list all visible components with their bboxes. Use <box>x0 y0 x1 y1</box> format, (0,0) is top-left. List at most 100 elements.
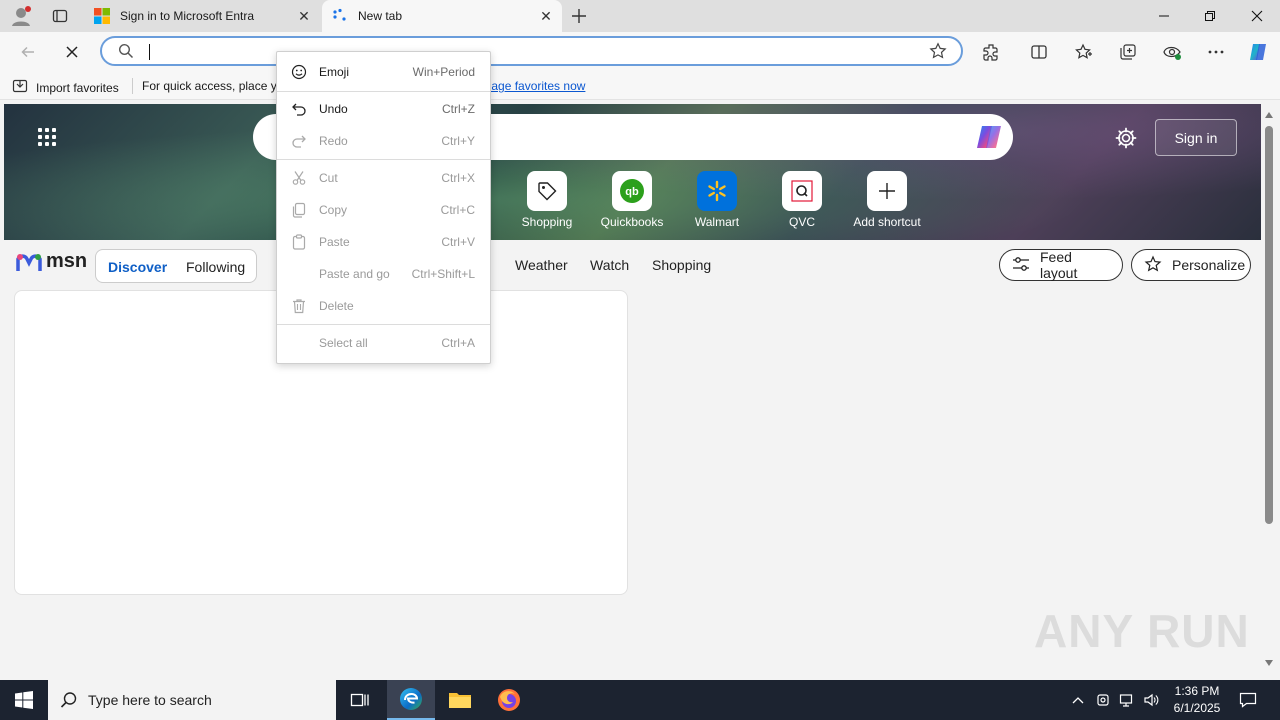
feed-layout-label: Feed layout <box>1040 249 1078 281</box>
context-menu: Emoji Win+Period Undo Ctrl+Z Redo Ctrl+Y… <box>276 51 491 364</box>
menu-label: Undo <box>319 102 348 116</box>
favorites-icon[interactable] <box>1068 36 1100 68</box>
paste-icon <box>289 232 309 252</box>
quickbooks-icon: qb <box>612 171 652 211</box>
browser-essentials-icon[interactable] <box>1156 36 1188 68</box>
network-icon[interactable] <box>1116 680 1138 720</box>
shortcut-label: Shopping <box>521 215 573 229</box>
menu-item-emoji[interactable]: Emoji Win+Period <box>277 58 490 86</box>
firefox-icon[interactable] <box>485 680 533 720</box>
clock-date: 6/1/2025 <box>1173 701 1221 715</box>
favorites-bar: Import favorites For quick access, place… <box>0 72 1280 100</box>
menu-shortcut: Win+Period <box>412 65 475 79</box>
copilot-icon[interactable] <box>1242 36 1274 68</box>
close-window-icon[interactable] <box>1234 0 1280 32</box>
nav-watch[interactable]: Watch <box>590 257 629 273</box>
plus-icon <box>867 171 907 211</box>
menu-item-copy[interactable]: Copy Ctrl+C <box>277 196 490 224</box>
more-options-icon[interactable] <box>1200 36 1232 68</box>
scroll-down-arrow-icon[interactable] <box>1265 660 1273 666</box>
menu-shortcut: Ctrl+V <box>441 235 475 249</box>
menu-shortcut: Ctrl+Shift+L <box>411 267 475 281</box>
menu-label: Cut <box>319 171 338 185</box>
menu-item-paste-and-go[interactable]: Paste and go Ctrl+Shift+L <box>277 260 490 288</box>
address-bar[interactable] <box>100 36 963 66</box>
undo-icon <box>289 99 309 119</box>
shortcut-add[interactable]: Add shortcut <box>847 171 927 231</box>
collections-icon[interactable] <box>1112 36 1144 68</box>
menu-label: Redo <box>319 134 348 148</box>
manage-favorites-link[interactable]: anage favorites now <box>478 79 585 93</box>
menu-item-select-all[interactable]: Select all Ctrl+A <box>277 329 490 357</box>
loading-spinner-icon <box>332 8 348 24</box>
sign-in-button[interactable]: Sign in <box>1155 119 1237 156</box>
split-screen-icon[interactable] <box>1023 36 1055 68</box>
browser-toolbar <box>0 32 1280 72</box>
sparkle-star-icon <box>1144 254 1162 276</box>
settings-gear-icon[interactable] <box>1114 126 1138 150</box>
copilot-logo-icon[interactable] <box>973 122 1005 152</box>
new-tab-page: Sign in Shopping qb Quickbooks Walmart Q… <box>4 104 1261 676</box>
stop-loading-icon[interactable] <box>56 36 88 68</box>
scrollbar-thumb[interactable] <box>1265 126 1273 524</box>
taskbar-search-box[interactable]: Type here to search <box>48 680 336 720</box>
meet-now-icon[interactable] <box>1092 680 1114 720</box>
microsoft-logo-icon <box>94 8 110 24</box>
personalize-button[interactable]: Personalize <box>1131 249 1251 281</box>
search-icon <box>60 691 78 712</box>
menu-label: Delete <box>319 299 354 313</box>
task-view-icon[interactable] <box>336 680 384 720</box>
scroll-up-arrow-icon[interactable] <box>1265 112 1273 118</box>
taskbar-clock[interactable]: 1:36 PM 6/1/2025 <box>1166 683 1228 717</box>
favorites-hint-text: For quick access, place yo <box>142 79 284 93</box>
profile-avatar-icon[interactable] <box>10 5 32 27</box>
menu-item-cut[interactable]: Cut Ctrl+X <box>277 164 490 192</box>
back-arrow-icon[interactable] <box>12 36 44 68</box>
menu-item-redo[interactable]: Redo Ctrl+Y <box>277 127 490 155</box>
tab-label: Sign in to Microsoft Entra <box>120 9 255 23</box>
restore-icon[interactable] <box>1187 0 1233 32</box>
nav-shopping[interactable]: Shopping <box>652 257 711 273</box>
menu-item-delete[interactable]: Delete <box>277 292 490 320</box>
menu-shortcut: Ctrl+Z <box>442 102 475 116</box>
feed-layout-button[interactable]: Feed layout <box>999 249 1123 281</box>
shortcut-label: Walmart <box>694 215 740 229</box>
windows-start-icon[interactable] <box>0 680 48 720</box>
tab-new-tab[interactable]: New tab ✕ <box>322 0 562 32</box>
new-tab-plus-icon[interactable] <box>568 5 590 27</box>
qvc-icon <box>782 171 822 211</box>
windows-taskbar: Type here to search 1:36 PM 6/1/2025 <box>0 680 1280 720</box>
notifications-icon[interactable] <box>1234 680 1262 720</box>
text-caret <box>149 44 150 60</box>
import-favorites-button[interactable]: Import favorites <box>12 78 119 97</box>
shortcut-walmart[interactable]: Walmart <box>677 171 757 231</box>
app-launcher-icon[interactable] <box>38 128 58 148</box>
tab-sign-in-microsoft-entra[interactable]: Sign in to Microsoft Entra ✕ <box>84 0 320 32</box>
edge-taskbar-icon[interactable] <box>387 680 435 720</box>
menu-item-paste[interactable]: Paste Ctrl+V <box>277 228 490 256</box>
sliders-icon <box>1012 256 1030 275</box>
page-scrollbar[interactable] <box>1262 104 1276 676</box>
menu-label: Paste <box>319 235 350 249</box>
tab-actions-icon[interactable] <box>49 5 71 27</box>
tab-discover[interactable]: Discover <box>108 259 167 275</box>
delete-icon <box>289 296 309 316</box>
minimize-icon[interactable] <box>1141 0 1187 32</box>
menu-item-undo[interactable]: Undo Ctrl+Z <box>277 95 490 123</box>
shortcut-shopping[interactable]: Shopping <box>507 171 587 231</box>
msn-logo[interactable]: msn <box>16 250 87 273</box>
tab-following[interactable]: Following <box>186 259 245 275</box>
shortcut-qvc[interactable]: QVC <box>762 171 842 231</box>
shortcut-quickbooks[interactable]: qb Quickbooks <box>592 171 672 231</box>
close-tab-icon[interactable]: ✕ <box>294 6 314 26</box>
msn-logo-text: msn <box>46 250 88 272</box>
favorite-star-icon[interactable] <box>929 42 947 63</box>
extensions-icon[interactable] <box>975 36 1007 68</box>
show-hidden-icons-chevron-icon[interactable] <box>1068 680 1088 720</box>
menu-shortcut: Ctrl+Y <box>441 134 475 148</box>
nav-weather[interactable]: Weather <box>515 257 568 273</box>
file-explorer-icon[interactable] <box>436 680 484 720</box>
volume-icon[interactable] <box>1140 680 1162 720</box>
close-tab-icon[interactable]: ✕ <box>536 6 556 26</box>
emoji-icon <box>289 62 309 82</box>
